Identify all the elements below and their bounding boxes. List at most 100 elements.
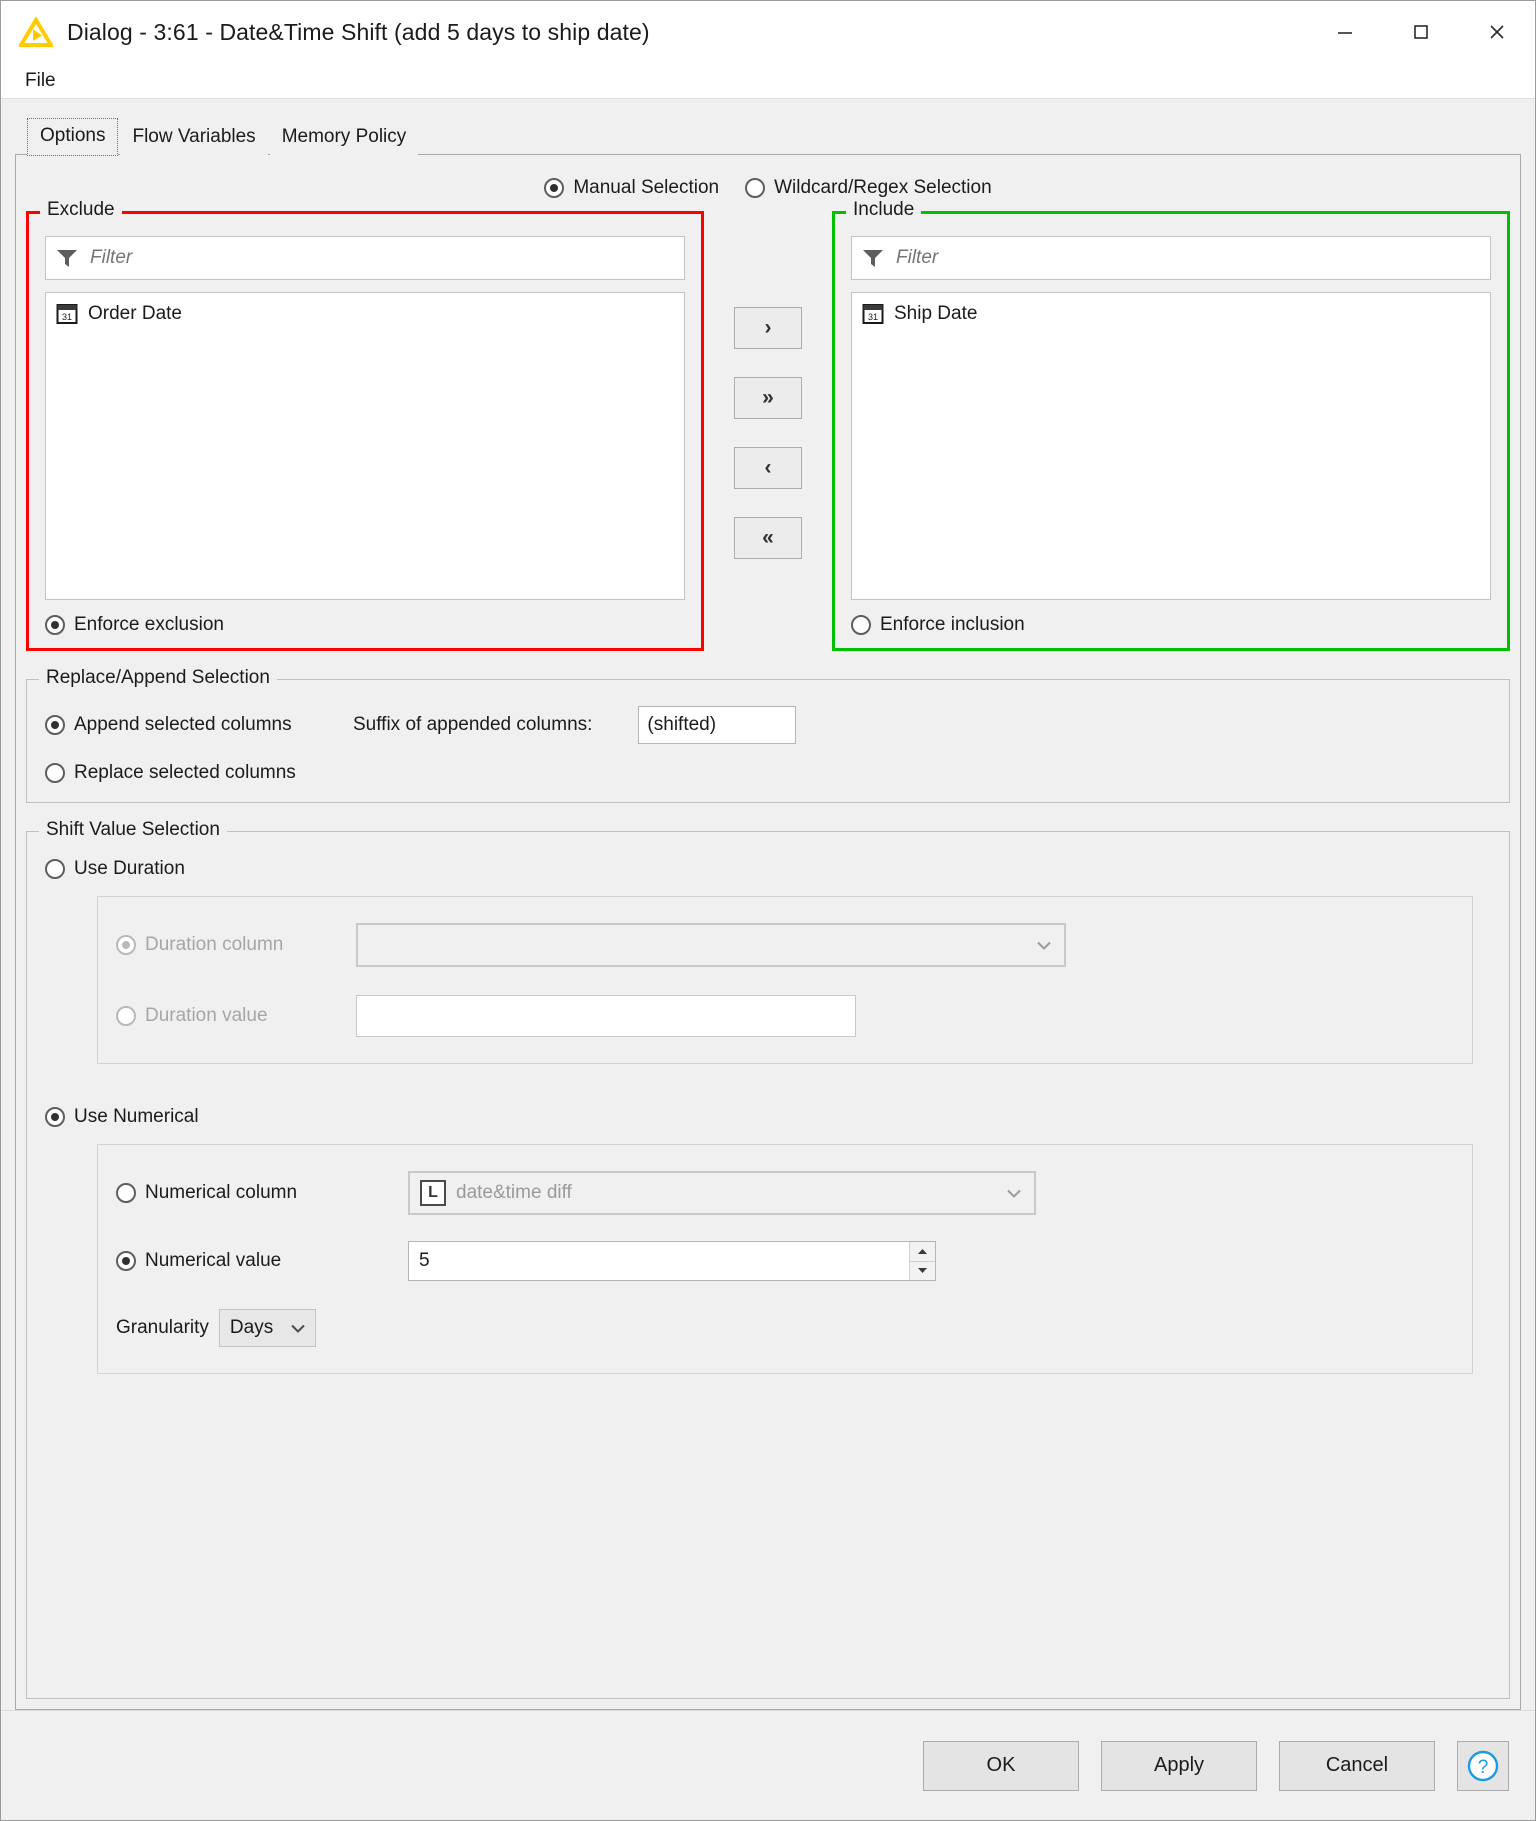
spinner-buttons [909,1242,935,1280]
radio-numerical-column[interactable]: Numerical column [116,1182,408,1204]
close-icon [1490,25,1504,39]
radio-duration-column-label: Duration column [145,934,284,955]
move-left-button[interactable]: ‹ [734,447,802,489]
duration-column-row: Duration column [116,923,1454,967]
tab-options[interactable]: Options [27,118,119,156]
numerical-column-select[interactable]: L date&time diff [408,1171,1036,1215]
radio-use-numerical-indicator [45,1107,65,1127]
radio-numerical-value-label: Numerical value [145,1250,282,1271]
tab-flow-variables[interactable]: Flow Variables [120,120,268,156]
include-panel: Include Filter 31 Ship Date Enforce incl… [832,199,1510,651]
radio-enforce-inclusion-indicator [851,615,871,635]
numerical-value-row: Numerical value 5 [116,1241,1454,1281]
minimize-icon [1338,32,1352,34]
exclude-list[interactable]: 31 Order Date [45,292,685,600]
include-list[interactable]: 31 Ship Date [851,292,1491,600]
chevron-down-icon [994,1173,1034,1213]
suffix-label: Suffix of appended columns: [353,714,593,735]
suffix-input[interactable]: (shifted) [638,706,797,744]
radio-replace-columns-label: Replace selected columns [74,762,296,783]
replace-row: Replace selected columns [45,762,1491,784]
duration-column-select[interactable] [356,923,1066,967]
exclude-box: 31 Order Date Enforce exclusion [26,211,704,651]
radio-enforce-exclusion[interactable]: Enforce exclusion [45,614,685,636]
radio-numerical-column-label: Numerical column [145,1182,298,1203]
radio-wildcard-selection[interactable]: Wildcard/Regex Selection [745,177,992,199]
radio-append-columns-indicator [45,715,65,735]
move-all-right-button[interactable]: » [734,377,802,419]
granularity-label: Granularity [116,1317,209,1338]
ok-button[interactable]: OK [923,1740,1079,1791]
include-filter-row[interactable] [851,236,1491,280]
radio-duration-column-indicator [116,935,136,955]
spinner-decrement-button[interactable] [910,1260,935,1280]
window-title: Dialog - 3:61 - Date&Time Shift (add 5 d… [67,18,650,45]
filter-funnel-icon [863,250,883,267]
list-item[interactable]: 31 Order Date [50,299,680,329]
granularity-select[interactable]: Days [218,1309,317,1347]
spinner-increment-button[interactable] [910,1242,935,1261]
menu-item-file[interactable]: File [19,68,62,94]
enforce-inclusion-row: Enforce inclusion [851,614,1491,636]
radio-replace-columns[interactable]: Replace selected columns [45,762,296,784]
enforce-exclusion-row: Enforce exclusion [45,614,685,636]
exclude-filter-row[interactable] [45,236,685,280]
list-item-label: Order Date [88,303,182,324]
granularity-value: Days [229,1317,274,1338]
radio-use-duration-indicator [45,859,65,879]
cancel-button[interactable]: Cancel [1279,1740,1435,1791]
radio-append-columns-label: Append selected columns [74,714,292,735]
chevron-down-icon [1024,925,1064,965]
radio-use-duration-label: Use Duration [74,858,185,879]
duration-value-row: Duration value [116,995,1454,1037]
maximize-button[interactable] [1383,1,1459,63]
exclude-legend: Exclude [40,199,122,221]
numerical-column-row: Numerical column L date&time diff [116,1171,1454,1215]
caret-down-icon [918,1268,927,1274]
dialog-footer: OK Apply Cancel ? [1,1710,1535,1820]
radio-append-columns[interactable]: Append selected columns [45,714,307,736]
numerical-value-input[interactable]: 5 [409,1242,909,1280]
calendar-icon: 31 [862,304,884,324]
radio-enforce-inclusion[interactable]: Enforce inclusion [851,614,1491,636]
radio-enforce-exclusion-label: Enforce exclusion [74,614,224,635]
list-item-label: Ship Date [894,303,978,324]
dialog-window: Dialog - 3:61 - Date&Time Shift (add 5 d… [0,0,1536,1821]
svg-text:?: ? [1478,1757,1489,1778]
menu-bar: File [1,63,1535,99]
knime-triangle-icon [19,17,53,47]
duration-value-input[interactable] [356,995,856,1037]
radio-wildcard-selection-indicator [745,178,766,198]
duration-options-panel: Duration column Duration value [97,896,1473,1064]
minimize-button[interactable] [1307,1,1383,63]
include-legend: Include [846,199,922,221]
radio-manual-selection[interactable]: Manual Selection [544,177,719,199]
list-item[interactable]: 31 Ship Date [856,299,1486,329]
move-right-button[interactable]: › [734,307,802,349]
radio-duration-column[interactable]: Duration column [116,934,356,956]
radio-numerical-value[interactable]: Numerical value [116,1250,408,1272]
chevron-down-icon [291,1317,305,1339]
radio-use-duration[interactable]: Use Duration [45,858,1491,880]
help-button[interactable]: ? [1457,1740,1509,1791]
selection-mode-row: Manual Selection Wildcard/Regex Selectio… [26,177,1510,199]
radio-replace-columns-indicator [45,763,65,783]
radio-use-numerical[interactable]: Use Numerical [45,1106,1491,1128]
long-type-icon: L [420,1180,446,1206]
exclude-panel: Exclude Filter 31 Order Date Enforce exc… [26,199,704,651]
caret-up-icon [918,1248,927,1254]
radio-manual-selection-indicator [544,178,565,198]
help-circle-icon: ? [1467,1750,1499,1781]
numerical-value-spinner[interactable]: 5 [408,1241,936,1281]
close-button[interactable] [1459,1,1535,63]
move-all-left-button[interactable]: « [734,517,802,559]
include-filter-input[interactable] [894,246,1480,270]
transfer-button-column: › » ‹ « [704,211,832,651]
radio-duration-value[interactable]: Duration value [116,1005,356,1027]
exclude-filter-input[interactable] [88,246,674,270]
svg-text:31: 31 [868,312,878,322]
apply-button[interactable]: Apply [1101,1740,1257,1791]
radio-numerical-column-indicator [116,1183,136,1203]
replace-append-group: Replace/Append Selection Append selected… [26,667,1510,803]
tab-memory-policy[interactable]: Memory Policy [269,120,419,156]
